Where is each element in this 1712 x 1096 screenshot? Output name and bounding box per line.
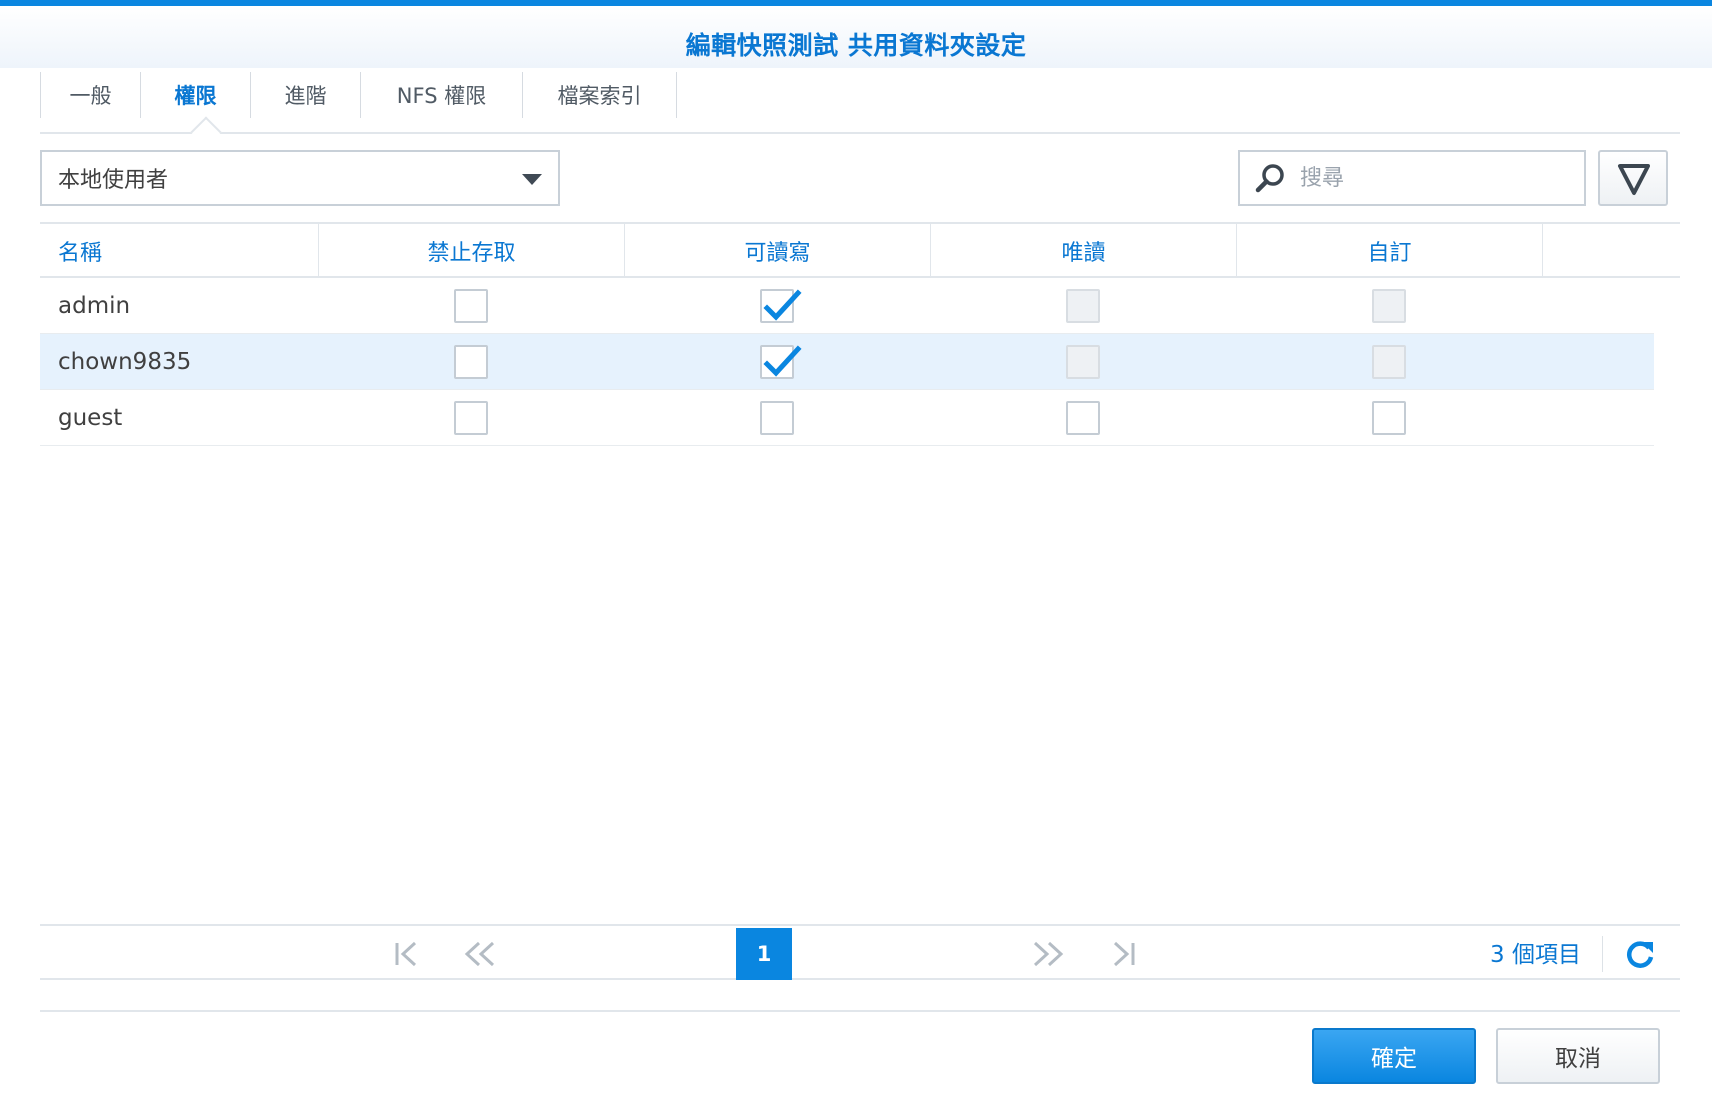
search-box[interactable] <box>1238 150 1586 206</box>
pagination-bar: 1 3 個項目 <box>40 924 1680 980</box>
user-name: chown9835 <box>58 349 192 375</box>
tab-divider <box>676 72 677 118</box>
tab-file-indexing[interactable]: 檔案索引 <box>522 72 676 118</box>
checkmark-icon <box>763 345 802 377</box>
column-header-name[interactable]: 名稱 <box>40 224 318 278</box>
column-header-deny[interactable]: 禁止存取 <box>318 224 624 278</box>
checkbox-custom <box>1372 345 1406 379</box>
checkbox-read-write[interactable] <box>760 401 794 435</box>
last-page-icon <box>1113 941 1135 967</box>
checkbox-deny[interactable] <box>454 401 488 435</box>
table-row[interactable]: admin <box>40 278 1654 334</box>
refresh-button[interactable] <box>1620 934 1660 974</box>
user-type-select[interactable]: 本地使用者 <box>40 150 560 206</box>
permissions-table-header: 名稱 禁止存取 可讀寫 唯讀 自訂 <box>40 222 1680 278</box>
chevron-down-icon <box>522 174 542 185</box>
checkbox-custom <box>1372 289 1406 323</box>
checkbox-deny[interactable] <box>454 289 488 323</box>
checkbox-read-only <box>1066 289 1100 323</box>
user-name: admin <box>58 293 131 319</box>
next-page-button[interactable] <box>1028 934 1068 974</box>
window-title: 編輯快照測試 共用資料夾設定 <box>685 31 1027 60</box>
column-header-read-only[interactable]: 唯讀 <box>930 224 1236 278</box>
user-type-select-value: 本地使用者 <box>58 168 169 193</box>
prev-page-button[interactable] <box>460 934 500 974</box>
tab-underline <box>40 132 1680 134</box>
table-row[interactable]: guest <box>40 390 1654 446</box>
refresh-icon <box>1627 941 1654 968</box>
search-icon <box>1255 164 1284 193</box>
tab-permissions[interactable]: 權限 <box>140 72 250 118</box>
tab-advanced[interactable]: 進階 <box>250 72 360 118</box>
prev-page-icon <box>464 941 495 967</box>
tab-general[interactable]: 一般 <box>40 72 140 118</box>
checkbox-read-write[interactable] <box>760 289 802 323</box>
pager-divider <box>1602 936 1603 972</box>
table-row[interactable]: chown9835 <box>40 334 1654 390</box>
checkbox-deny[interactable] <box>454 345 488 379</box>
first-page-icon <box>395 941 417 967</box>
checkmark-icon <box>763 289 802 321</box>
checkbox-read-only[interactable] <box>1066 401 1100 435</box>
column-header-custom[interactable]: 自訂 <box>1236 224 1542 278</box>
user-name: guest <box>58 405 123 431</box>
checkbox-read-write[interactable] <box>760 345 802 379</box>
window-titlebar[interactable]: 編輯快照測試 共用資料夾設定 <box>0 6 1712 68</box>
filter-button[interactable] <box>1598 150 1668 206</box>
active-tab-indicator <box>190 116 222 148</box>
footer-divider <box>40 1010 1680 1012</box>
search-input[interactable] <box>1300 160 1570 196</box>
cancel-button[interactable]: 取消 <box>1496 1028 1660 1084</box>
filter-icon <box>1618 164 1650 195</box>
next-page-icon <box>1033 941 1064 967</box>
column-header-read-write[interactable]: 可讀寫 <box>624 224 930 278</box>
page-number-current[interactable]: 1 <box>736 928 792 980</box>
tab-nfs-permissions[interactable]: NFS 權限 <box>360 72 522 118</box>
checkbox-custom[interactable] <box>1372 401 1406 435</box>
ok-button[interactable]: 確定 <box>1312 1028 1476 1084</box>
last-page-button[interactable] <box>1104 934 1144 974</box>
item-count: 3 個項目 <box>1490 942 1581 968</box>
first-page-button[interactable] <box>386 934 426 974</box>
column-divider <box>1542 224 1543 278</box>
checkbox-read-only <box>1066 345 1100 379</box>
